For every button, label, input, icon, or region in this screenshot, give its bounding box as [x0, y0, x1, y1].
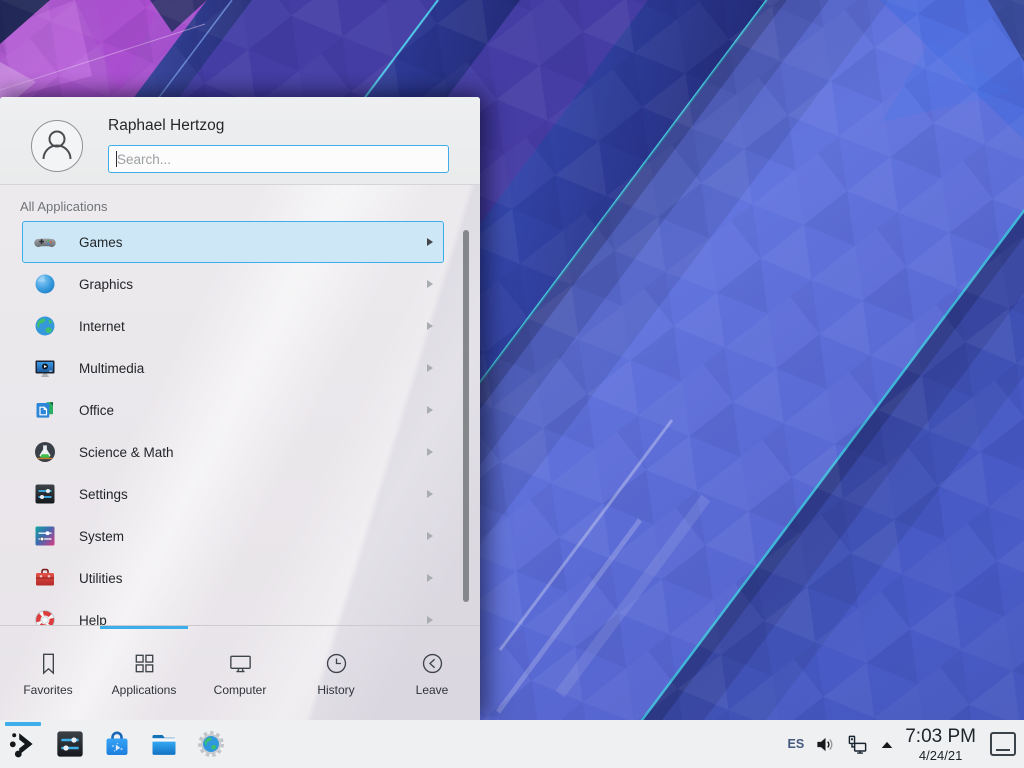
app-grid-icon — [131, 650, 158, 677]
category-graphics[interactable]: Graphics — [22, 263, 444, 305]
submenu-arrow-icon — [427, 616, 433, 624]
history-clock-icon — [323, 650, 350, 677]
category-list: Games Graphics Internet Multimedia Offic… — [0, 221, 480, 626]
discover-bag-icon[interactable] — [101, 728, 133, 760]
tab-label: Computer — [214, 683, 267, 697]
tab-favorites[interactable]: Favorites — [0, 626, 96, 720]
submenu-arrow-icon — [427, 280, 433, 288]
system-sliders-icon — [33, 524, 57, 548]
submenu-arrow-icon — [427, 322, 433, 330]
category-label: Utilities — [79, 571, 123, 586]
category-multimedia[interactable]: Multimedia — [22, 347, 444, 389]
category-label: Science & Math — [79, 445, 174, 460]
clock-date: 4/24/21 — [905, 749, 976, 762]
tab-label: Favorites — [23, 683, 72, 697]
category-label: System — [79, 529, 124, 544]
category-label: Multimedia — [79, 361, 144, 376]
leave-circle-icon — [419, 650, 446, 677]
expand-tray-arrow-icon[interactable] — [879, 737, 895, 751]
tab-label: History — [317, 683, 354, 697]
active-task-indicator — [5, 722, 41, 726]
submenu-arrow-icon — [427, 574, 433, 582]
computer-icon — [227, 650, 254, 677]
category-label: Settings — [79, 487, 128, 502]
volume-icon[interactable] — [815, 734, 836, 755]
system-settings-icon[interactable] — [54, 728, 86, 760]
submenu-arrow-icon — [427, 490, 433, 498]
category-label: Internet — [79, 319, 125, 334]
scrollbar-handle[interactable] — [463, 230, 469, 602]
graphics-sphere-icon — [33, 272, 57, 296]
system-tray: ES — [788, 734, 896, 755]
launcher-header: Raphael Hertzog — [0, 97, 480, 185]
category-label: Games — [79, 235, 123, 250]
keyboard-layout-indicator[interactable]: ES — [788, 737, 805, 751]
tab-applications[interactable]: Applications — [96, 626, 192, 720]
search-input[interactable] — [108, 145, 449, 173]
user-avatar-icon[interactable] — [31, 120, 83, 172]
science-flask-icon — [33, 440, 57, 464]
category-system[interactable]: System — [22, 515, 444, 557]
submenu-arrow-icon — [427, 448, 433, 456]
tab-history[interactable]: History — [288, 626, 384, 720]
section-label: All Applications — [20, 199, 107, 214]
tab-label: Leave — [416, 683, 449, 697]
application-launcher-popup: Raphael Hertzog All Applications Games G… — [0, 97, 480, 720]
submenu-arrow-icon — [427, 532, 433, 540]
settings-sliders-icon — [33, 482, 57, 506]
clock-time: 7:03 PM — [905, 727, 976, 746]
category-games[interactable]: Games — [22, 221, 444, 263]
text-caret — [116, 151, 117, 167]
tab-label: Applications — [112, 683, 177, 697]
launcher-tabbar: Favorites Applications Computer History … — [0, 625, 480, 720]
konqueror-globe-gear-icon[interactable] — [195, 728, 227, 760]
category-label: Graphics — [79, 277, 133, 292]
office-documents-icon — [33, 398, 57, 422]
category-settings[interactable]: Settings — [22, 473, 444, 515]
multimedia-monitor-icon — [33, 356, 57, 380]
tab-computer[interactable]: Computer — [192, 626, 288, 720]
user-name: Raphael Hertzog — [108, 117, 224, 135]
submenu-arrow-icon — [427, 238, 433, 246]
kde-launcher-icon[interactable] — [7, 728, 39, 760]
category-help[interactable]: Help — [22, 599, 444, 626]
desktop: Raphael Hertzog All Applications Games G… — [0, 0, 1024, 768]
category-label: Help — [79, 613, 107, 627]
bookmark-icon — [35, 650, 62, 677]
dolphin-folder-icon[interactable] — [148, 728, 180, 760]
category-label: Office — [79, 403, 114, 418]
submenu-arrow-icon — [427, 364, 433, 372]
help-lifebuoy-icon — [33, 608, 57, 626]
category-office[interactable]: Office — [22, 389, 444, 431]
category-internet[interactable]: Internet — [22, 305, 444, 347]
internet-globe-icon — [33, 314, 57, 338]
utilities-toolbox-icon — [33, 566, 57, 590]
taskbar-panel: ES 7:03 PM 4/24/21 — [0, 720, 1024, 768]
show-desktop-button[interactable] — [990, 732, 1016, 756]
wired-network-icon[interactable] — [847, 734, 868, 755]
category-utilities[interactable]: Utilities — [22, 557, 444, 599]
submenu-arrow-icon — [427, 406, 433, 414]
tab-leave[interactable]: Leave — [384, 626, 480, 720]
category-science-math[interactable]: Science & Math — [22, 431, 444, 473]
digital-clock[interactable]: 7:03 PM 4/24/21 — [905, 727, 976, 762]
gamepad-icon — [33, 230, 57, 254]
